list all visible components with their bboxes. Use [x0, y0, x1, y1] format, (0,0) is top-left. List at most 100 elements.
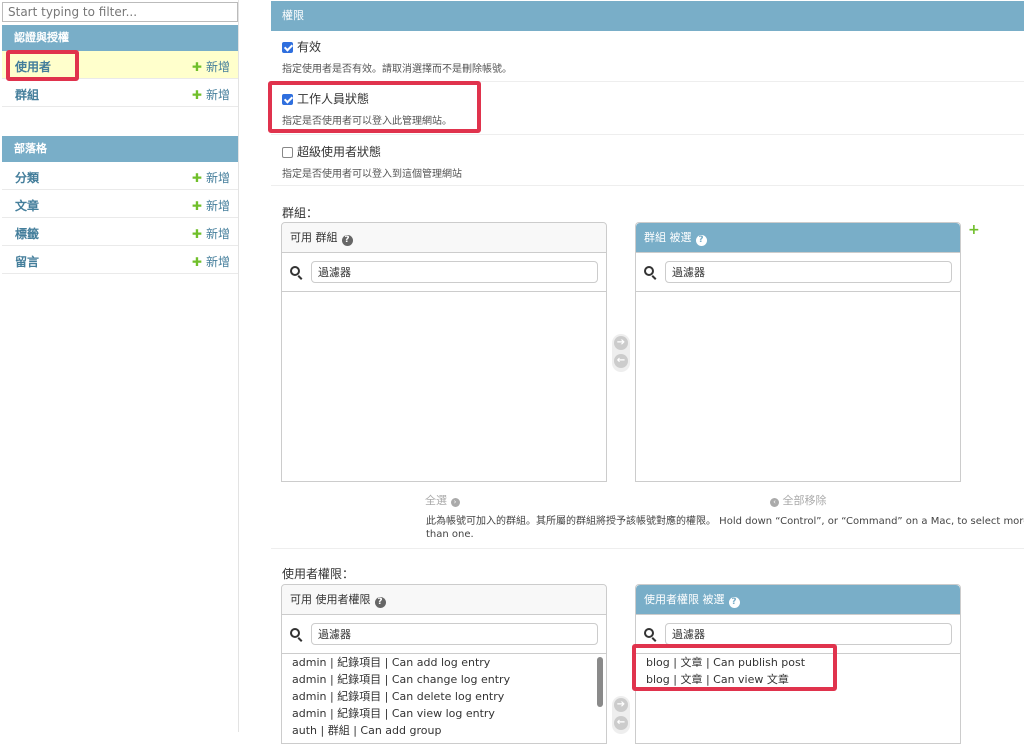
list-item[interactable]: admin | 紀錄項目 | Can delete log entry — [282, 688, 606, 705]
module-caption-auth[interactable]: 認證與授權 — [2, 25, 238, 51]
plus-icon: ✚ — [191, 171, 202, 185]
groups-chosen-filter — [636, 253, 960, 292]
search-icon — [290, 266, 300, 276]
groups-available-box: 可用 群組? — [281, 222, 607, 482]
perms-chosen-title: 使用者權限 被選? — [636, 585, 960, 615]
groups-chosen-select[interactable] — [636, 292, 960, 480]
sidebar-link-tag[interactable]: 標籤 — [15, 225, 39, 242]
form-row-superuser: 超級使用者狀態 指定是否使用者可以登入到這個管理網站 — [271, 136, 1024, 186]
divider — [271, 548, 1024, 549]
groups-chosen-box: 群組 被選? — [635, 222, 961, 482]
groups-help-line-1: 此為帳號可加入的群組。其所屬的群組將授予該帳號對應的權限。 Hold down … — [426, 516, 1024, 527]
groups-label: 群組： — [282, 206, 319, 220]
sidebar-item-post: 文章 ✚ 新增 — [2, 190, 238, 218]
arrow-left-icon[interactable]: ← — [614, 716, 628, 730]
search-icon — [644, 628, 654, 638]
sidebar-item-groups: 群組 ✚ 新增 — [2, 79, 238, 107]
plus-icon: ✚ — [191, 227, 202, 241]
add-label: 新增 — [205, 199, 230, 213]
active-label[interactable]: 有效 — [297, 38, 321, 55]
user-permissions-label: 使用者權限： — [282, 567, 355, 581]
add-category-link[interactable]: ✚ 新增 — [192, 169, 230, 186]
search-icon — [644, 266, 654, 276]
scrollbar[interactable] — [597, 657, 603, 707]
fieldset-caption-permissions: 權限 — [271, 1, 1024, 31]
list-item[interactable]: admin | 紀錄項目 | Can add log entry — [282, 654, 606, 671]
list-item[interactable]: auth | 群組 | Can add group — [282, 722, 606, 739]
plus-icon: ✚ — [191, 199, 202, 213]
perms-available-title: 可用 使用者權限? — [282, 585, 606, 615]
add-label: 新增 — [205, 60, 230, 74]
add-tag-link[interactable]: ✚ 新增 — [192, 225, 230, 242]
sidebar-link-post[interactable]: 文章 — [15, 197, 39, 214]
arrow-left-icon[interactable]: ← — [614, 354, 628, 368]
search-icon — [290, 628, 300, 638]
remove-all-label: 全部移除 — [782, 494, 827, 507]
plus-icon: ✚ — [191, 60, 202, 74]
add-label: 新增 — [205, 171, 230, 185]
superuser-label[interactable]: 超級使用者狀態 — [297, 143, 381, 160]
help-icon[interactable]: ? — [695, 235, 707, 246]
highlight-box-staff — [268, 81, 481, 133]
perms-selector-arrows: ➔ ← — [612, 696, 630, 734]
groups-chosen-filter-input[interactable] — [665, 261, 952, 283]
add-post-link[interactable]: ✚ 新增 — [192, 197, 230, 214]
active-checkbox[interactable] — [282, 42, 293, 53]
arrow-right-icon[interactable]: ➔ — [614, 336, 628, 350]
highlight-box-chosen-perms — [632, 644, 837, 691]
list-item[interactable]: admin | 紀錄項目 | Can view log entry — [282, 705, 606, 722]
add-label: 新增 — [205, 227, 230, 241]
arrow-left-icon: ‹ — [770, 498, 779, 507]
groups-help-line-2: than one. — [426, 529, 474, 540]
superuser-help: 指定是否使用者可以登入到這個管理網站 — [282, 169, 462, 180]
list-item[interactable]: admin | 紀錄項目 | Can change log entry — [282, 671, 606, 688]
groups-available-title-text: 可用 群組 — [290, 231, 338, 244]
perms-available-filter — [282, 615, 606, 654]
choose-all-groups[interactable]: 全選 › — [425, 492, 460, 508]
add-label: 新增 — [205, 88, 230, 102]
help-icon[interactable]: ? — [728, 597, 740, 608]
sidebar-item-tag: 標籤 ✚ 新增 — [2, 218, 238, 246]
help-icon[interactable]: ? — [341, 235, 353, 246]
groups-available-title: 可用 群組? — [282, 223, 606, 253]
sidebar-link-groups[interactable]: 群組 — [15, 86, 39, 103]
perms-available-box: 可用 使用者權限? admin | 紀錄項目 | Can add log ent… — [281, 584, 607, 744]
arrow-right-icon: › — [450, 498, 460, 507]
groups-chosen-title-text: 群組 被選 — [644, 231, 692, 244]
sidebar-item-comment: 留言 ✚ 新增 — [2, 246, 238, 274]
groups-chosen-title: 群組 被選? — [636, 223, 960, 253]
perms-available-title-text: 可用 使用者權限 — [290, 593, 371, 606]
perms-available-filter-input[interactable] — [311, 623, 598, 645]
groups-available-select[interactable] — [282, 292, 606, 480]
highlight-box-users — [6, 50, 79, 81]
remove-all-groups[interactable]: ‹ 全部移除 — [770, 492, 827, 508]
perms-available-select[interactable]: admin | 紀錄項目 | Can add log entry admin |… — [282, 654, 606, 739]
sidebar-link-category[interactable]: 分類 — [15, 169, 39, 186]
groups-available-filter-input[interactable] — [311, 261, 598, 283]
help-icon[interactable]: ? — [374, 597, 386, 608]
add-label: 新增 — [205, 255, 230, 269]
arrow-right-icon[interactable]: ➔ — [614, 698, 628, 712]
plus-icon: ✚ — [191, 255, 202, 269]
groups-available-filter — [282, 253, 606, 292]
add-group-link[interactable]: ✚ 新增 — [192, 86, 230, 103]
sidebar-filter-input[interactable] — [2, 2, 238, 22]
module-blog: 部落格 分類 ✚ 新增 文章 ✚ 新增 標籤 ✚ 新增 留言 ✚ 新增 — [2, 136, 238, 274]
module-caption-blog[interactable]: 部落格 — [2, 136, 238, 162]
groups-help-text: 此為帳號可加入的群組。其所屬的群組將授予該帳號對應的權限。 Hold down … — [426, 515, 1024, 541]
perms-chosen-title-text: 使用者權限 被選 — [644, 593, 725, 606]
sidebar: 認證與授權 使用者 ✚新增 群組 ✚新增 部落格 分類 ✚新增 文章 ✚新增 標… — [0, 0, 239, 732]
sidebar-link-comment[interactable]: 留言 — [15, 253, 39, 270]
sidebar-item-category: 分類 ✚ 新增 — [2, 162, 238, 190]
superuser-checkbox[interactable] — [282, 147, 293, 158]
add-user-link[interactable]: ✚ 新增 — [192, 58, 230, 75]
form-row-active: 有效 指定使用者是否有效。請取消選擇而不是刪除帳號。 — [271, 32, 1024, 82]
perms-chosen-filter-input[interactable] — [665, 623, 952, 645]
active-help: 指定使用者是否有效。請取消選擇而不是刪除帳號。 — [282, 64, 512, 75]
add-group-plus-icon[interactable]: + — [968, 222, 980, 238]
add-comment-link[interactable]: ✚ 新增 — [192, 253, 230, 270]
groups-selector-arrows: ➔ ← — [612, 334, 630, 372]
main-content: 權限 有效 指定使用者是否有效。請取消選擇而不是刪除帳號。 工作人員狀態 指定是… — [268, 0, 1024, 744]
choose-all-label: 全選 — [425, 494, 447, 507]
plus-icon: ✚ — [191, 88, 202, 102]
